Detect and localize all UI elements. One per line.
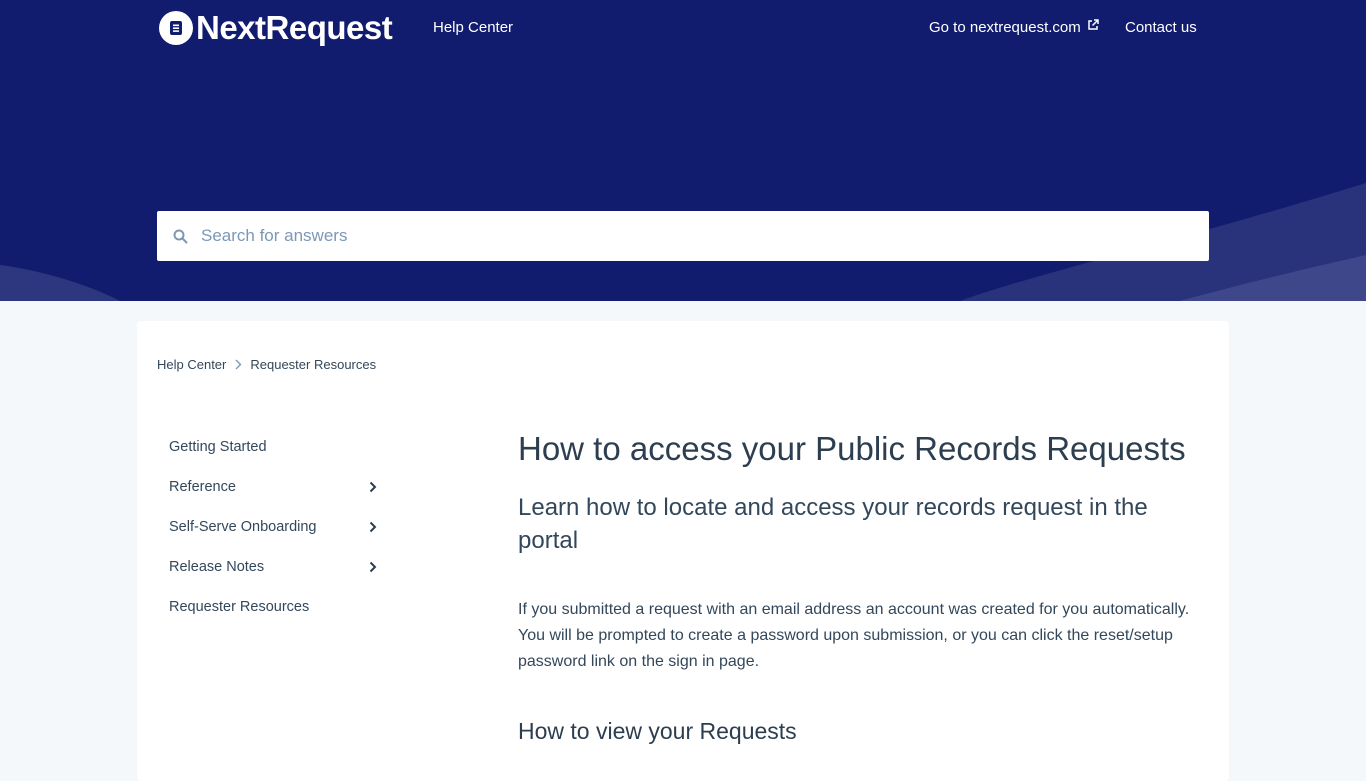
sidebar-item-requester-resources[interactable]: Requester Resources [169,595,381,619]
sidebar-item-label: Release Notes [169,559,265,575]
nav-external-site-label: Go to nextrequest.com [929,19,1081,36]
hero-banner: NextRequest Help Center Go to nextreques… [0,0,1366,301]
sidebar-item-label: Self-Serve Onboarding [169,519,317,535]
external-link-icon [1088,19,1099,30]
chevron-right-icon [235,359,242,370]
sidebar-item-label: Getting Started [169,439,267,455]
article-body-paragraph: If you submitted a request with an email… [518,601,1190,670]
nav-external-site[interactable]: Go to nextrequest.com [929,19,1099,37]
sidebar-item-release-notes[interactable]: Release Notes [169,555,381,579]
chevron-right-icon[interactable] [369,521,377,533]
search-bar[interactable] [157,211,1209,261]
breadcrumb: Help Center Requester Resources [157,357,376,372]
article-title: How to access your Public Records Reques… [518,430,1186,467]
chevron-right-icon[interactable] [369,481,377,493]
article-subtitle: Learn how to locate and access your reco… [518,494,1148,554]
sidebar-item-getting-started[interactable]: Getting Started [169,435,381,459]
logo-text: NextRequest [196,9,393,46]
section-heading: How to view your Requests [518,718,797,744]
chevron-right-icon[interactable] [369,561,377,573]
search-icon [173,229,188,244]
sidebar-item-label: Reference [169,479,236,495]
nav-contact-us[interactable]: Contact us [1125,19,1197,37]
search-input[interactable] [199,215,1193,257]
sidebar-item-self-serve-onboarding[interactable]: Self-Serve Onboarding [169,515,381,539]
logo-link[interactable]: NextRequest [159,9,393,47]
breadcrumb-help-center[interactable]: Help Center [157,357,226,372]
logo-icon [159,11,193,45]
nav-help-center[interactable]: Help Center [433,19,513,37]
sidebar-item-reference[interactable]: Reference [169,475,381,499]
sidebar-item-label: Requester Resources [169,599,310,615]
breadcrumb-requester-resources[interactable]: Requester Resources [250,357,376,372]
